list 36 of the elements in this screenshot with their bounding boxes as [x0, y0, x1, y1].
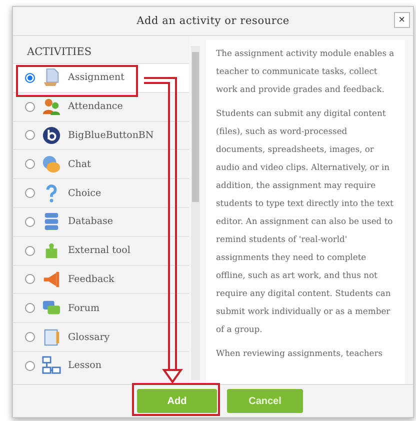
- activity-option[interactable]: BigBlueButtonBN: [13, 120, 189, 150]
- activity-option[interactable]: Forum: [13, 293, 189, 322]
- radio-button[interactable]: [25, 246, 35, 256]
- megaphone-icon: [42, 270, 61, 289]
- description-paragraph: When reviewing assignments, teachers: [216, 347, 384, 360]
- activity-option[interactable]: Choice: [13, 178, 189, 207]
- dialog-title: Add an activity or resource: [136, 15, 290, 27]
- activity-option[interactable]: Assignment: [13, 63, 189, 92]
- radio-button[interactable]: [25, 303, 35, 314]
- activity-option[interactable]: External tool: [13, 236, 189, 265]
- activity-option[interactable]: Attendance: [13, 92, 189, 121]
- list-heading: ACTIVITIES: [26, 45, 93, 60]
- radio-button[interactable]: [25, 102, 35, 112]
- activity-option[interactable]: Database: [13, 206, 189, 236]
- radio-button[interactable]: [25, 188, 35, 198]
- people-icon: [42, 97, 61, 116]
- activity-option[interactable]: Chat: [13, 149, 189, 178]
- radio-button[interactable]: [25, 274, 35, 284]
- radio-button[interactable]: [25, 360, 35, 371]
- radio-button[interactable]: [25, 159, 35, 170]
- circle-icon: [42, 126, 61, 145]
- database-icon: [42, 212, 61, 232]
- speech-bubble-icon: [42, 154, 61, 174]
- book-icon: [42, 328, 61, 347]
- radio-button[interactable]: [25, 332, 35, 342]
- activity-option[interactable]: Glossary: [13, 322, 189, 351]
- description-paragraph: Students can submit any digital content (files), such as word-processed documents, spreadsheets, images, or audio and video clips. Alternatively, or in addition, the assignment may require students to type text directly into the text editor. An assignment can also be used to remind students of 'real-world' assignments they need to complete offline, such as art work, and thus not require any digital content. Students can submit work individually or as a member of a group.: [216, 107, 394, 336]
- activity-option[interactable]: Feedback: [13, 264, 189, 294]
- description-paragraph: The assignment activity module enables a teacher to communicate tasks, collect work and provide grades and feedback.: [216, 47, 395, 96]
- radio-button[interactable]: [25, 130, 35, 140]
- radio-button[interactable]: [25, 72, 35, 83]
- scrollbar[interactable]: [191, 46, 200, 380]
- close-button[interactable]: ×: [394, 12, 410, 28]
- flowchart-icon: [42, 356, 61, 376]
- document-icon: [42, 68, 61, 88]
- radio-button[interactable]: [25, 216, 35, 227]
